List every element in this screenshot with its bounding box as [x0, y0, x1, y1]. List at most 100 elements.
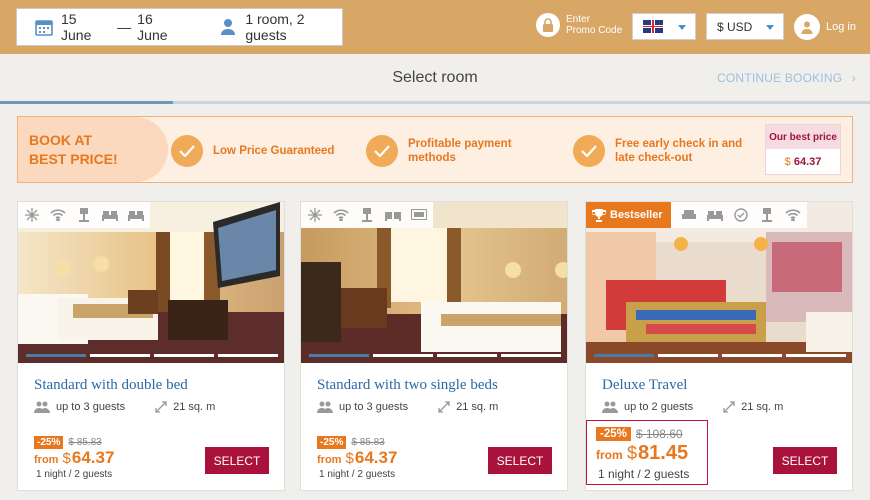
select-room-button[interactable]: SELECT	[205, 447, 269, 474]
price-per: 1 night / 2 guests	[319, 469, 396, 480]
feature-label: Free early check in and	[615, 138, 743, 150]
best-price-label: Our best price	[766, 125, 840, 149]
login-button[interactable]: Log in	[794, 14, 856, 40]
old-price: $ 108.60	[635, 427, 683, 441]
price-currency: $	[62, 450, 71, 467]
checkout-date[interactable]: 16 June	[137, 11, 183, 43]
snowflake-icon	[305, 206, 325, 224]
area-icon	[723, 401, 735, 413]
check-icon	[366, 135, 398, 167]
wifi-icon	[331, 206, 351, 224]
feature-payment: Profitable payment methods	[366, 135, 512, 167]
photo-pagination[interactable]	[26, 354, 278, 357]
room-guests: up to 3 guests	[339, 401, 409, 413]
best-price-value: 64.37	[793, 156, 822, 168]
promo-banner: BOOK AT BEST PRICE! Low Price Guaranteed…	[17, 116, 853, 183]
check-circle-icon	[731, 206, 751, 224]
banner-title: BOOK AT BEST PRICE!	[18, 117, 168, 182]
price-block: -25% $ 85.83 from $64.37 1 night / 2 gues…	[317, 436, 397, 480]
guests-icon	[34, 401, 50, 413]
uk-flag-icon	[643, 20, 663, 33]
check-icon	[171, 135, 203, 167]
old-price: $ 85.83	[351, 437, 385, 448]
select-room-button[interactable]: SELECT	[773, 447, 837, 474]
price-currency: $	[345, 450, 354, 467]
chevron-down-icon	[678, 25, 686, 30]
hairdryer-icon	[757, 206, 777, 224]
bestseller-label: Bestseller	[610, 209, 663, 221]
room-card: Standard with double bed up to 3 guests …	[17, 201, 285, 491]
checkin-date[interactable]: 15 June	[61, 11, 107, 43]
date-separator: —	[117, 19, 132, 35]
armchair-icon	[679, 206, 699, 224]
booking-search-box[interactable]: 15 June — 16 June 1 room, 2 guests	[16, 8, 343, 46]
bestseller-badge: Bestseller	[586, 202, 671, 228]
snowflake-icon	[22, 206, 42, 224]
promo-label-line1: Enter	[566, 14, 590, 25]
calendar-icon	[35, 18, 53, 36]
chevron-down-icon	[766, 25, 774, 30]
currency-value: $ USD	[717, 19, 753, 34]
amenities-bar: Bestseller	[586, 202, 807, 228]
banner-title-line2: BEST PRICE!	[29, 151, 118, 167]
discount-badge: -25%	[317, 436, 347, 449]
person-icon	[219, 18, 237, 36]
price-value: 64.37	[71, 448, 115, 467]
room-area: 21 sq. m	[741, 401, 784, 413]
user-avatar-icon	[794, 14, 820, 40]
discount-badge: -25%	[596, 427, 631, 441]
chevron-right-icon: ›	[851, 71, 856, 85]
tv-icon	[409, 206, 429, 224]
price-currency: $	[627, 443, 638, 463]
price-block-highlighted: -25% $ 108.60 from $81.45 1 night / 2 gue…	[586, 420, 708, 485]
room-name[interactable]: Standard with double bed	[34, 377, 188, 394]
feature-label: late check-out	[615, 152, 693, 164]
best-price-currency: $	[784, 156, 791, 168]
bed-icon	[126, 206, 146, 224]
wifi-icon	[783, 206, 803, 224]
price-per: 1 night / 2 guests	[598, 467, 690, 481]
feature-label: Low Price Guaranteed	[213, 145, 335, 157]
continue-booking-link[interactable]: CONTINUE BOOKING ›	[717, 71, 856, 85]
currency-select[interactable]: $ USD	[706, 13, 784, 40]
amenities-bar	[301, 202, 433, 228]
steps-bar: Select room CONTINUE BOOKING ›	[0, 54, 870, 104]
language-select[interactable]	[632, 13, 696, 40]
price-block: -25% $ 85.83 from $64.37 1 night / 2 gues…	[34, 436, 114, 480]
check-icon	[573, 135, 605, 167]
room-name[interactable]: Deluxe Travel	[602, 377, 687, 394]
wifi-icon	[48, 206, 68, 224]
feature-low-price: Low Price Guaranteed	[171, 135, 334, 167]
price-from: from	[596, 448, 623, 462]
promo-label-line2: Promo Code	[566, 25, 623, 36]
feature-checkin: Free early check in and late check-out	[573, 135, 742, 167]
promo-code-link[interactable]: Enter Promo Code	[536, 13, 622, 37]
room-area: 21 sq. m	[456, 401, 499, 413]
price-value: 64.37	[354, 448, 398, 467]
photo-pagination[interactable]	[309, 354, 561, 357]
hairdryer-icon	[74, 206, 94, 224]
top-bar: 15 June — 16 June 1 room, 2 guests Enter…	[0, 0, 870, 54]
feature-label: methods	[408, 152, 456, 164]
double-bed-icon	[100, 206, 120, 224]
discount-badge: -25%	[34, 436, 64, 449]
feature-label: Profitable payment	[408, 138, 512, 150]
photo-pagination[interactable]	[594, 354, 846, 357]
twin-beds-icon	[383, 206, 403, 224]
booking-progress	[0, 101, 870, 104]
guests-icon	[317, 401, 333, 413]
room-guests: up to 3 guests	[56, 401, 126, 413]
old-price: $ 85.83	[68, 437, 102, 448]
select-room-button[interactable]: SELECT	[488, 447, 552, 474]
price-per: 1 night / 2 guests	[36, 469, 113, 480]
hairdryer-icon	[357, 206, 377, 224]
room-name[interactable]: Standard with two single beds	[317, 377, 498, 394]
guests-selector[interactable]: 1 room, 2 guests	[245, 11, 342, 43]
banner-title-line1: BOOK AT	[29, 132, 92, 148]
price-from: from	[34, 454, 59, 466]
trophy-icon	[592, 208, 606, 222]
room-card: Standard with two single beds up to 3 gu…	[300, 201, 568, 491]
area-icon	[438, 401, 450, 413]
room-area: 21 sq. m	[173, 401, 216, 413]
bed-icon	[705, 206, 725, 224]
